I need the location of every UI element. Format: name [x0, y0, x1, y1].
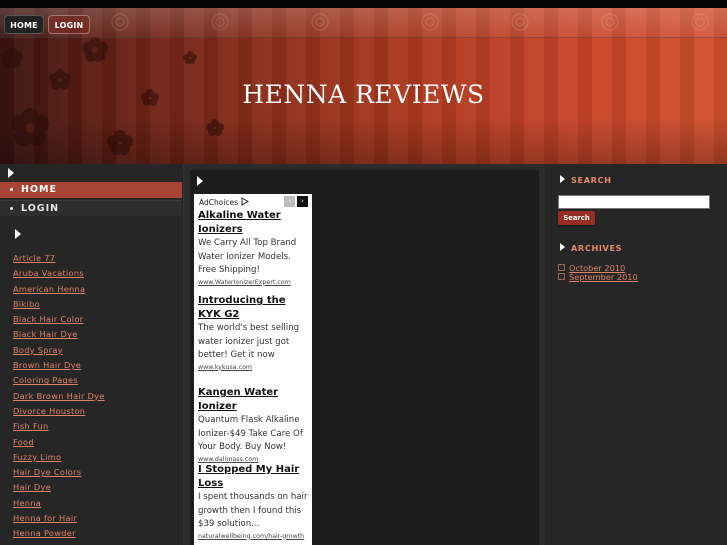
category-list-item: Black Hair Dye: [13, 327, 105, 342]
nav-home-button[interactable]: HOME: [4, 15, 44, 34]
category-link[interactable]: Hair Dye: [13, 482, 51, 492]
category-link[interactable]: Hair Dye Colors: [13, 467, 81, 477]
archive-icon: [558, 264, 565, 271]
category-list-item: Fuzzy Limo: [13, 450, 105, 465]
category-link[interactable]: Henna Powder: [13, 528, 76, 538]
top-nav-bar: HOME LOGIN: [0, 8, 727, 38]
ad-item: I Stopped My Hair Loss I spent thousands…: [198, 463, 310, 542]
category-link[interactable]: Divorce Houston: [13, 406, 85, 416]
ad-title-link[interactable]: Alkaline Water Ionizers: [198, 209, 310, 237]
category-link[interactable]: Dark Brown Hair Dye: [13, 391, 105, 401]
archive-icon: [558, 273, 565, 280]
categories-arrow-icon: [15, 229, 21, 239]
category-list-item: Hair Dye: [13, 480, 105, 495]
adchoices-link[interactable]: AdChoices: [199, 196, 250, 207]
category-link[interactable]: Fuzzy Limo: [13, 452, 61, 462]
category-link[interactable]: Article 77: [13, 253, 55, 263]
category-link[interactable]: Food: [13, 437, 34, 447]
site-title: HENNA REVIEWS: [242, 80, 485, 109]
category-list-item: Henna Tattoo: [13, 542, 105, 545]
adchoices-label: AdChoices: [199, 198, 239, 207]
search-arrow-icon: [560, 175, 565, 183]
category-link[interactable]: Body Spray: [13, 345, 63, 355]
category-list-item: Coloring Pages: [13, 373, 105, 388]
category-link[interactable]: Bikibo: [13, 299, 40, 309]
category-list-item: Article 77: [13, 251, 105, 266]
category-list-item: Fish Fun: [13, 419, 105, 434]
category-link[interactable]: Black Hair Color: [13, 314, 83, 324]
left-sidebar: HOME LOGIN Article 77 Aruba Vacations Amer…: [0, 164, 184, 545]
archive-item: September 2010: [558, 272, 638, 282]
ad-title-link[interactable]: Introducing the KYK G2: [198, 294, 310, 322]
archives-arrow-icon: [560, 243, 565, 251]
page: HOME LOGIN HENNA REVIEWS HOME LOGIN Arti…: [0, 0, 727, 545]
ad-title-link[interactable]: I Stopped My Hair Loss: [198, 463, 310, 491]
right-sidebar: SEARCH Search ARCHIVES October 2010 Sept…: [545, 164, 727, 545]
sidebar-item-label: HOME: [21, 184, 57, 195]
ad-title-link[interactable]: Kangen Water Ionizer: [198, 386, 310, 414]
nav-login-button[interactable]: LOGIN: [48, 15, 90, 34]
ad-url-link[interactable]: www.kykusa.com: [198, 363, 310, 373]
search-input[interactable]: [558, 195, 710, 209]
category-list-item: Henna: [13, 496, 105, 511]
category-list-item: Brown Hair Dye: [13, 358, 105, 373]
ad-description: The world's best selling water ionizer j…: [198, 323, 300, 360]
category-link[interactable]: Henna for Hair: [13, 513, 77, 523]
category-link[interactable]: Henna: [13, 498, 41, 508]
category-list-item: Food: [13, 435, 105, 450]
ad-prev-button[interactable]: ‹: [284, 196, 295, 207]
bullet-icon: [10, 188, 13, 191]
ad-item: Kangen Water Ionizer Quantum Flask Alkal…: [198, 386, 310, 465]
ad-unit: AdChoices ‹ › Alkaline Water Ionizers We…: [194, 194, 312, 545]
search-button[interactable]: Search: [558, 211, 595, 225]
category-link[interactable]: Black Hair Dye: [13, 329, 78, 339]
category-list-item: Body Spray: [13, 343, 105, 358]
ad-description: I spent thousands on hair growth then I …: [198, 492, 308, 529]
bullet-icon: [10, 207, 13, 210]
category-list-item: Henna Powder: [13, 526, 105, 541]
sidebar-item-label: LOGIN: [21, 203, 60, 214]
archives-heading: ARCHIVES: [571, 243, 623, 253]
ad-url-link[interactable]: naturalwellbeing.com/hair-growth: [198, 532, 310, 542]
main-content: AdChoices ‹ › Alkaline Water Ionizers We…: [190, 170, 539, 545]
category-list-item: Black Hair Color: [13, 312, 105, 327]
category-list-item: Dark Brown Hair Dye: [13, 389, 105, 404]
adchoices-icon: [241, 197, 250, 206]
category-list-item: Henna for Hair: [13, 511, 105, 526]
sidebar-item-home[interactable]: HOME: [0, 182, 182, 198]
content-arrow-icon: [197, 176, 203, 186]
category-list: Article 77 Aruba Vacations American Henna B…: [13, 251, 105, 545]
category-list-item: Bikibo: [13, 297, 105, 312]
archive-link[interactable]: September 2010: [569, 272, 638, 282]
search-heading: SEARCH: [571, 175, 612, 185]
category-list-item: American Henna: [13, 282, 105, 297]
ad-item: Introducing the KYK G2 The world's best …: [198, 294, 310, 373]
ad-header: AdChoices ‹ ›: [194, 194, 312, 208]
category-link[interactable]: Fish Fun: [13, 421, 48, 431]
header-banner: HOME LOGIN HENNA REVIEWS: [0, 8, 727, 164]
top-strip: [0, 0, 727, 8]
ad-description: We Carry All Top Brand Water Ionizer Mod…: [198, 238, 297, 275]
sidebar-item-login[interactable]: LOGIN: [0, 200, 182, 216]
category-list-item: Hair Dye Colors: [13, 465, 105, 480]
ad-url-link[interactable]: www.WaterIonizerExpert.com: [198, 278, 310, 288]
ad-next-button[interactable]: ›: [297, 196, 308, 207]
menu-arrow-icon: [8, 168, 14, 178]
ad-item: Alkaline Water Ionizers We Carry All Top…: [198, 209, 310, 288]
category-list-item: Aruba Vacations: [13, 266, 105, 281]
category-link[interactable]: Brown Hair Dye: [13, 360, 81, 370]
category-list-item: Divorce Houston: [13, 404, 105, 419]
category-link[interactable]: American Henna: [13, 284, 85, 294]
category-link[interactable]: Aruba Vacations: [13, 268, 84, 278]
ad-description: Quantum Flask Alkaline Ionizer-$49 Take …: [198, 415, 303, 452]
category-link[interactable]: Coloring Pages: [13, 375, 78, 385]
